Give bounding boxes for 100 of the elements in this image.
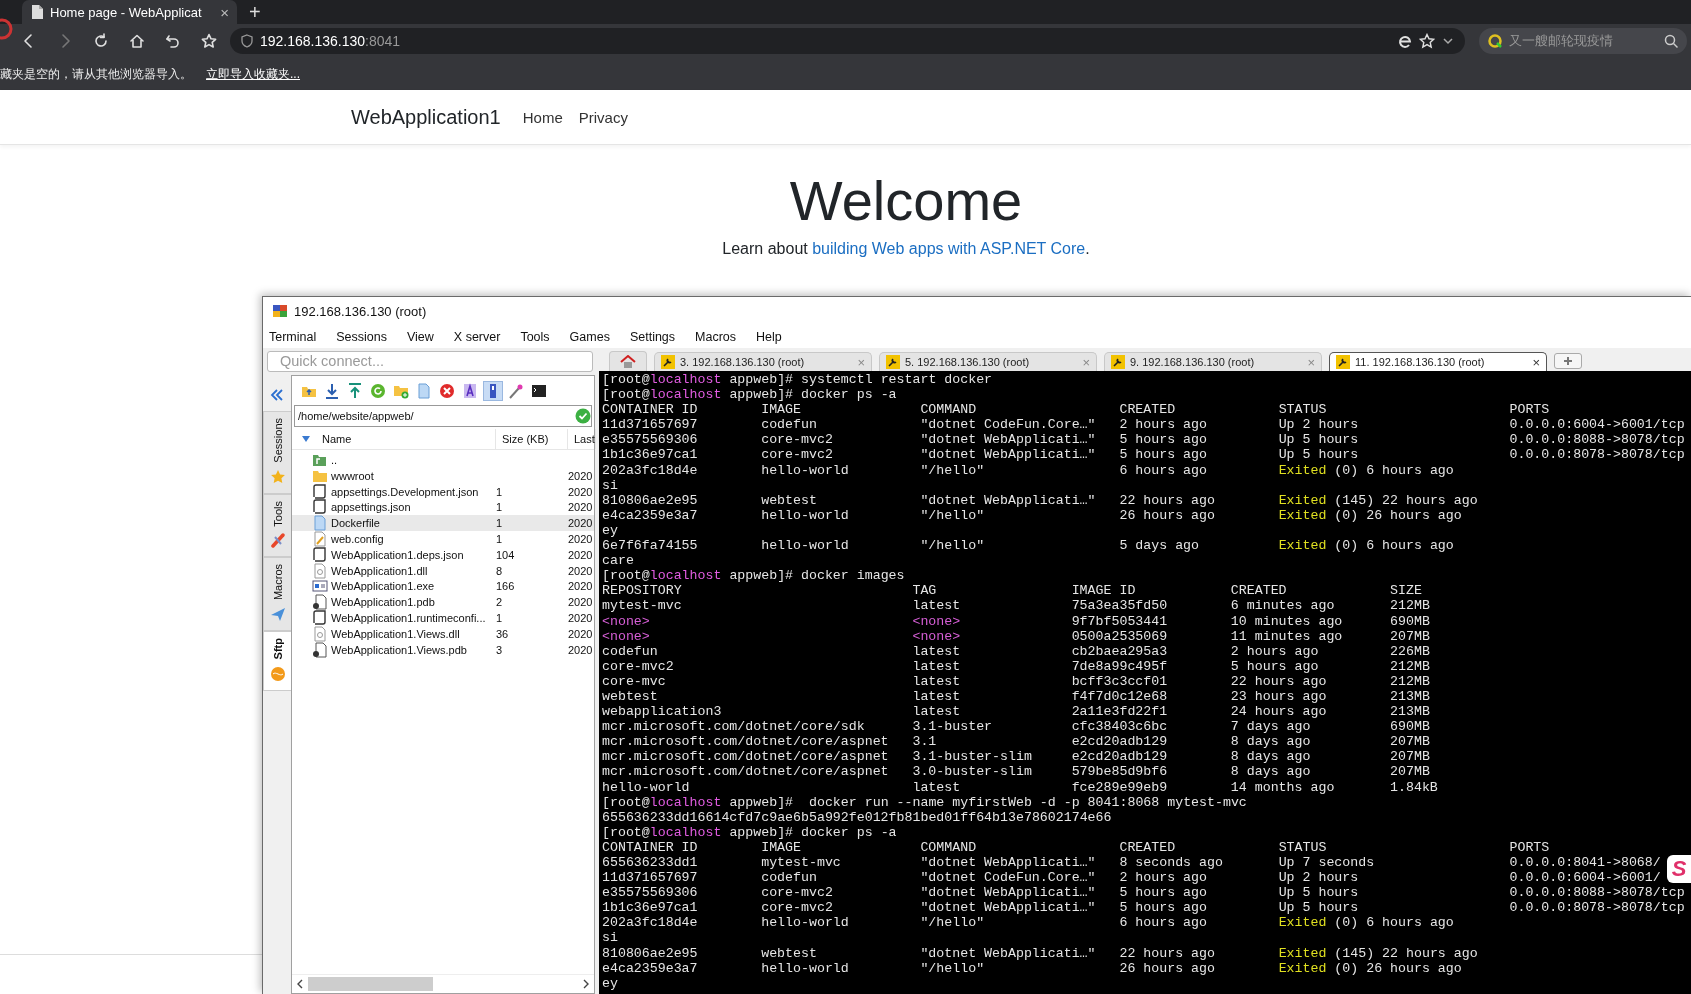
- side-tab[interactable]: Tools: [263, 493, 291, 558]
- reload-icon[interactable]: [93, 33, 109, 49]
- terminal-text: "dotnet WebApplicati…": [920, 447, 1096, 463]
- column-header[interactable]: Last: [574, 433, 595, 445]
- terminal-text: 202a3fc18d4e: [602, 915, 698, 931]
- menu-item[interactable]: Help: [756, 329, 782, 344]
- terminal-text: Exited (0) 6 hours ago: [1278, 538, 1454, 554]
- column-header[interactable]: Size (KB): [502, 433, 549, 445]
- delete-button[interactable]: [438, 382, 456, 400]
- letter-a-button[interactable]: [461, 382, 479, 400]
- scrollbar-thumb[interactable]: [308, 977, 433, 991]
- file-row[interactable]: appsettings.Development.json 1 2020: [292, 483, 594, 500]
- file-row[interactable]: WebApplication1.exe 166 2020: [292, 578, 594, 595]
- ime-badge[interactable]: S: [1667, 855, 1691, 883]
- terminal-tab[interactable]: 5. 192.168.136.130 (root) ×: [879, 352, 1097, 371]
- star-icon[interactable]: [201, 33, 217, 49]
- file-row[interactable]: WebApplication1.Views.dll 36 2020: [292, 625, 594, 642]
- home-tab[interactable]: [609, 351, 647, 371]
- wand-button[interactable]: [507, 382, 525, 400]
- star-icon[interactable]: [1419, 33, 1435, 49]
- new-tab-button[interactable]: [1554, 353, 1582, 369]
- file-row[interactable]: WebApplication1.deps.json 104 2020: [292, 546, 594, 563]
- terminal-text: CONTAINER ID: [602, 839, 698, 855]
- file-date: 2020: [568, 533, 593, 545]
- terminal-text: core-mvc: [602, 673, 666, 689]
- scroll-left-icon[interactable]: [296, 979, 304, 989]
- terminal-text: Exited (0) 6 hours ago: [1278, 462, 1454, 478]
- terminal-text: IMAGE: [761, 839, 801, 855]
- menu-item[interactable]: View: [407, 329, 434, 344]
- file-row[interactable]: WebApplication1.dll 8 2020: [292, 562, 594, 579]
- new-tab-button[interactable]: +: [249, 0, 261, 24]
- terminal-icon: [531, 383, 547, 399]
- side-tab[interactable]: Macros: [263, 557, 291, 632]
- terminal-line: si: [602, 930, 618, 946]
- terminal-text: 22 hours ago: [1230, 673, 1327, 689]
- menu-item[interactable]: Terminal: [269, 329, 317, 344]
- address-field[interactable]: 192.168.136.130:8041: [230, 28, 1465, 54]
- terminal-text: 10 minutes ago: [1230, 613, 1343, 629]
- brand-link[interactable]: WebApplication1: [351, 105, 501, 129]
- terminal-text: IMAGE: [761, 402, 801, 418]
- file-date: 2020: [568, 485, 593, 498]
- refresh-button[interactable]: [369, 382, 387, 400]
- menu-item[interactable]: Sessions: [336, 329, 387, 344]
- close-tab-button[interactable]: ×: [220, 3, 229, 21]
- menu-item[interactable]: Games: [569, 329, 610, 344]
- terminal-line: [root@localhost appweb]# docker ps -a: [602, 824, 897, 840]
- file-row[interactable]: web.config 1 2020: [292, 531, 594, 547]
- terminal-text: 5 hours ago: [1230, 658, 1319, 674]
- terminal-tab[interactable]: 11. 192.168.136.130 (root) ×: [1329, 352, 1547, 371]
- file-size: 36: [496, 627, 509, 640]
- close-tab-button[interactable]: ×: [1532, 354, 1540, 370]
- terminal-text: 14 months ago: [1230, 779, 1335, 795]
- file-row[interactable]: appsettings.json 1 2020: [292, 499, 594, 516]
- terminal-text: "dotnet WebApplicati…": [920, 855, 1096, 871]
- menu-item[interactable]: X server: [453, 329, 501, 344]
- file-date: 2020: [568, 596, 593, 609]
- sort-icon[interactable]: [302, 436, 310, 442]
- file-row[interactable]: WebApplication1.pdb 2 2020: [292, 594, 594, 610]
- wrench-icon: [1336, 355, 1350, 369]
- terminal-text: TAG: [912, 583, 937, 599]
- column-header[interactable]: Name: [322, 433, 352, 445]
- file-row[interactable]: WebApplication1.Views.pdb 3 2020: [292, 641, 594, 658]
- terminal-button[interactable]: [530, 382, 548, 400]
- scroll-right-icon[interactable]: [582, 979, 590, 989]
- terminal-text: 1b1c36e97ca1: [602, 900, 698, 916]
- upload-button[interactable]: [346, 382, 364, 400]
- terminal-text: 0.0.0.0:8078->8078/tcp: [1509, 900, 1685, 916]
- side-tab[interactable]: Sftp: [263, 631, 291, 691]
- terminal-tab[interactable]: 3. 192.168.136.130 (root) ×: [654, 352, 872, 371]
- undo-icon[interactable]: [165, 33, 181, 49]
- delete-icon: [439, 383, 455, 399]
- nav-link[interactable]: Home: [522, 108, 563, 126]
- docs-link[interactable]: building Web apps with ASP.NET Core: [812, 240, 1086, 258]
- double-chevron-icon[interactable]: [269, 387, 285, 403]
- terminal-text: e2cd20adb129: [1071, 749, 1168, 765]
- terminal-tab[interactable]: 9. 192.168.136.130 (root) ×: [1104, 352, 1322, 371]
- download-button[interactable]: [323, 382, 341, 400]
- menu-item[interactable]: Tools: [520, 329, 550, 344]
- terminal-text: core-mvc2: [602, 658, 674, 674]
- file-row[interactable]: wwwroot 2020: [292, 467, 594, 484]
- file-row[interactable]: ..: [292, 452, 594, 468]
- terminal-text: Up 5 hours: [1278, 885, 1359, 901]
- terminal-text: bcff3c3ccf01: [1071, 673, 1168, 689]
- terminal-text: core-mvc2: [761, 900, 833, 916]
- debug-file-icon: [312, 641, 328, 658]
- menu-item[interactable]: Macros: [695, 329, 737, 344]
- import-bookmarks-link[interactable]: 立即导入收藏夹...: [206, 65, 300, 83]
- terminal-text: 207MB: [1390, 734, 1430, 750]
- nav-link[interactable]: Privacy: [578, 108, 628, 126]
- browser-tab[interactable]: Home page - WebApplicat ×: [22, 0, 237, 24]
- home-icon[interactable]: [129, 33, 145, 49]
- menu-item[interactable]: Settings: [629, 329, 676, 344]
- panel-button[interactable]: [484, 382, 502, 400]
- search-icon[interactable]: [1663, 33, 1679, 49]
- side-tab[interactable]: Sessions: [263, 411, 291, 494]
- path-field[interactable]: /home/website/appweb/: [294, 405, 592, 427]
- file-row[interactable]: WebApplication1.runtimeconfi... 1 2020: [292, 609, 594, 626]
- compat-icon[interactable]: [1397, 33, 1413, 49]
- file-date: 2020: [568, 643, 593, 656]
- file-row[interactable]: Dockerfile 1 2020: [292, 515, 594, 531]
